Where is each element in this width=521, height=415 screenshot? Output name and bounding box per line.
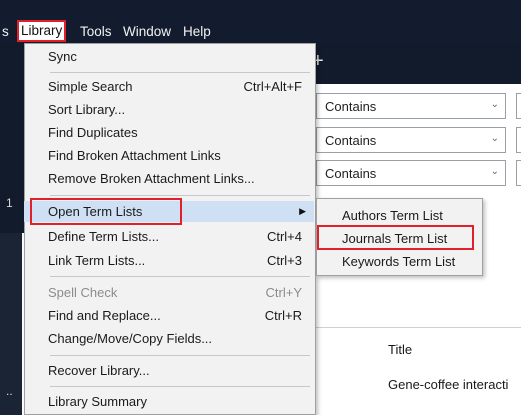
search-field-edge-3[interactable] (516, 160, 521, 186)
menu-item-library-summary[interactable]: Library Summary (24, 391, 314, 412)
search-operator-select-2[interactable]: Contains ⌄ (316, 127, 506, 153)
reference-row-title[interactable]: Gene-coffee interacti (388, 377, 521, 392)
annotation-box (317, 225, 474, 250)
side-dots: .. (6, 384, 13, 398)
menu-item-label: Change/Move/Copy Fields... (48, 331, 213, 346)
menu-separator (50, 355, 310, 356)
menu-item-find-broken-links[interactable]: Find Broken Attachment Links (24, 145, 314, 166)
menu-item-label: Define Term Lists... (48, 229, 160, 244)
chevron-down-icon: ⌄ (490, 99, 499, 110)
chevron-down-icon: ⌄ (490, 166, 499, 177)
menu-item-sync[interactable]: Sync (24, 46, 314, 67)
menu-item-find-and-replace[interactable]: Find and Replace... Ctrl+R (24, 305, 314, 326)
menu-item-label: Library Summary (48, 394, 147, 409)
menu-library[interactable]: Library (17, 20, 67, 42)
menu-item-link-term-lists[interactable]: Link Term Lists... Ctrl+3 (24, 250, 314, 271)
divider (316, 327, 521, 328)
column-header-title[interactable]: Title (388, 342, 412, 357)
menu-item-remove-broken-links[interactable]: Remove Broken Attachment Links... (24, 168, 314, 189)
menu-item-label: Simple Search (48, 79, 133, 94)
submenu-arrow-icon: ▶ (299, 206, 306, 216)
menu-item-label: Find and Replace... (48, 308, 161, 323)
menu-separator (50, 276, 310, 277)
menu-tools[interactable]: Tools (80, 22, 112, 42)
menu-item-shortcut: Ctrl+4 (266, 229, 302, 244)
search-operator-value: Contains (325, 133, 377, 148)
menu-item-label: Find Duplicates (48, 125, 138, 140)
menu-item-spell-check[interactable]: Spell Check Ctrl+Y (24, 282, 314, 303)
menu-window[interactable]: Window (123, 22, 171, 42)
menu-item-shortcut: Ctrl+Alt+F (243, 79, 302, 94)
menu-item-shortcut: Ctrl+Y (265, 285, 302, 300)
search-operator-select-1[interactable]: Contains ⌄ (316, 93, 506, 119)
menu-bar: s Library Tools Window Help (0, 0, 521, 43)
search-operator-select-3[interactable]: Contains ⌄ (316, 160, 506, 186)
menu-help[interactable]: Help (183, 22, 211, 42)
search-operator-value: Contains (325, 166, 377, 181)
menu-separator (50, 195, 310, 196)
search-field-edge-2[interactable] (516, 127, 521, 153)
search-operator-value: Contains (325, 99, 377, 114)
menu-separator (50, 386, 310, 387)
menu-item-find-duplicates[interactable]: Find Duplicates (24, 122, 314, 143)
chevron-down-icon: ⌄ (490, 133, 499, 144)
side-label: 1 (6, 196, 13, 210)
menu-item-label: Remove Broken Attachment Links... (48, 171, 255, 186)
menu-item-label: Spell Check (48, 285, 118, 300)
menu-item-label: Sync (48, 49, 77, 64)
menu-item-simple-search[interactable]: Simple Search Ctrl+Alt+F (24, 76, 314, 97)
menu-item-define-term-lists[interactable]: Define Term Lists... Ctrl+4 (24, 226, 314, 247)
menu-item-shortcut: Ctrl+3 (266, 253, 302, 268)
menu-item-label: Find Broken Attachment Links (48, 148, 221, 163)
annotation-box (30, 198, 182, 225)
menu-item-label: Sort Library... (48, 102, 126, 117)
menu-separator (50, 72, 310, 73)
menu-item-sort-library[interactable]: Sort Library... (24, 99, 314, 120)
menubar-partial-item[interactable]: s (2, 22, 9, 42)
submenu-item-keywords-term-list[interactable]: Keywords Term List (342, 251, 455, 272)
menu-item-label: Recover Library... (48, 363, 150, 378)
menu-item-recover-library[interactable]: Recover Library... (24, 360, 314, 381)
menu-item-shortcut: Ctrl+R (264, 308, 302, 323)
menu-item-change-move-copy-fields[interactable]: Change/Move/Copy Fields... (24, 328, 314, 349)
menu-item-label: Link Term Lists... (48, 253, 146, 268)
submenu-item-authors-term-list[interactable]: Authors Term List (342, 205, 443, 226)
search-field-edge-1[interactable] (516, 93, 521, 119)
